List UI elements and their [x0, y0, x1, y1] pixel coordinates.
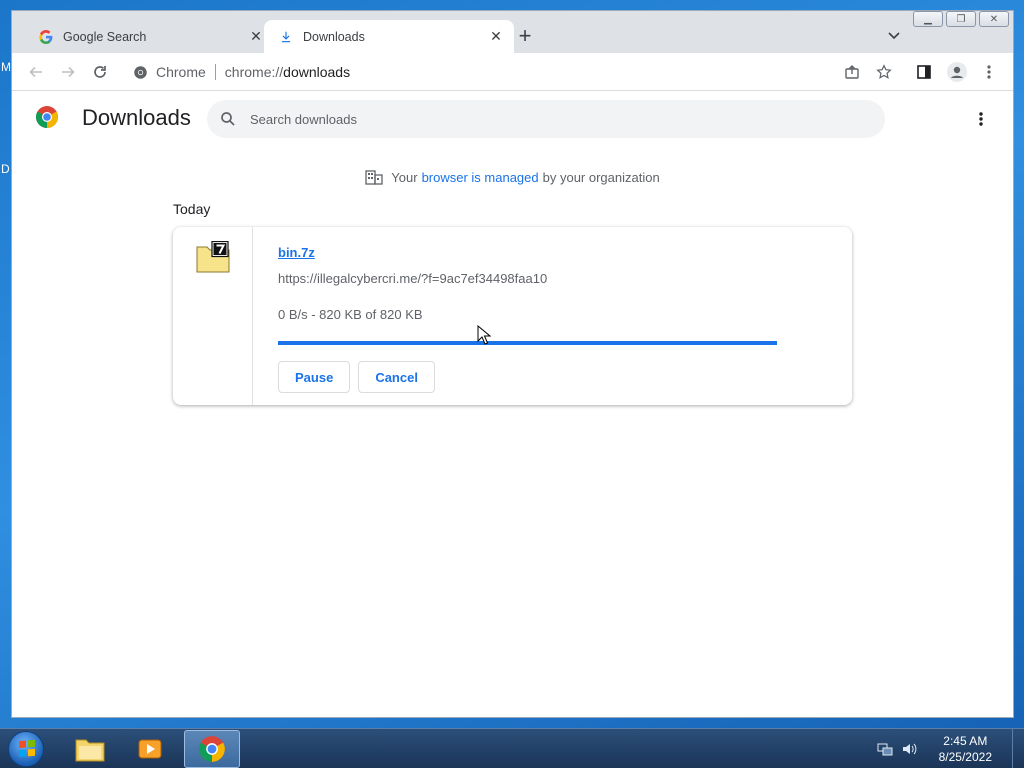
- windows-logo-icon: [19, 739, 35, 758]
- cancel-button[interactable]: Cancel: [358, 361, 435, 393]
- download-icon: [278, 29, 294, 45]
- date-header: Today: [173, 201, 211, 217]
- browser-menu-icon[interactable]: [973, 56, 1005, 88]
- close-window-button[interactable]: ✕: [979, 11, 1009, 27]
- bookmark-star-icon[interactable]: [868, 56, 900, 88]
- forward-icon[interactable]: [52, 56, 84, 88]
- 7z-file-icon: [196, 241, 230, 273]
- tab-google-search[interactable]: Google Search ✕: [24, 20, 274, 53]
- share-icon[interactable]: [836, 56, 868, 88]
- download-item-card: bin.7z https://illegalcybercri.me/?f=9ac…: [173, 227, 852, 405]
- download-progress-bar: [278, 341, 777, 345]
- back-icon[interactable]: [20, 56, 52, 88]
- system-tray: 2:45 AM 8/25/2022: [877, 729, 1024, 768]
- profile-avatar-icon[interactable]: [941, 56, 973, 88]
- media-player-icon: [138, 739, 162, 759]
- managed-suffix: by your organization: [542, 169, 660, 185]
- site-info[interactable]: Chrome: [124, 64, 206, 80]
- window-controls: ▁ ❐ ✕: [913, 11, 1009, 27]
- pause-button[interactable]: Pause: [278, 361, 351, 393]
- mouse-cursor-icon: [477, 325, 491, 345]
- taskbar: 2:45 AM 8/25/2022: [0, 728, 1024, 768]
- page-title: Downloads: [82, 105, 191, 130]
- search-downloads-box[interactable]: [207, 100, 885, 138]
- chrome-taskbar-icon: [199, 736, 225, 762]
- managed-notice: Your browser is managed by your organiza…: [12, 169, 1013, 185]
- download-actions: Pause Cancel: [278, 361, 435, 393]
- show-desktop-button[interactable]: [1012, 729, 1024, 768]
- chrome-icon: [134, 65, 147, 79]
- file-icon-column: [173, 227, 253, 405]
- managed-link[interactable]: browser is managed: [422, 170, 539, 185]
- clock-time: 2:45 AM: [943, 734, 988, 748]
- clock-date: 8/25/2022: [938, 750, 992, 764]
- network-icon[interactable]: [877, 741, 893, 757]
- new-tab-icon[interactable]: +: [514, 23, 536, 48]
- side-panel-icon[interactable]: [908, 56, 940, 88]
- start-button[interactable]: [8, 731, 44, 767]
- file-name-link[interactable]: bin.7z: [278, 245, 315, 260]
- search-icon: [221, 112, 235, 126]
- taskbar-clock[interactable]: 2:45 AM 8/25/2022: [939, 733, 992, 765]
- reload-icon[interactable]: [84, 56, 116, 88]
- more-actions-icon[interactable]: [971, 109, 991, 129]
- taskbar-chrome[interactable]: [184, 730, 240, 768]
- restore-button[interactable]: ❐: [946, 11, 976, 27]
- omnibox-separator: [214, 64, 216, 80]
- page-header: Downloads: [12, 92, 1013, 144]
- google-icon: [38, 29, 54, 45]
- progress-fill: [278, 341, 777, 345]
- close-tab-icon[interactable]: ✕: [488, 28, 504, 45]
- toolbar: Chrome chrome://downloads: [12, 53, 1013, 91]
- browser-window: Google Search ✕ Downloads ✕ + ▁ ❐ ✕ Chro…: [11, 10, 1014, 718]
- file-source-url: https://illegalcybercri.me/?f=9ac7ef3449…: [278, 271, 548, 286]
- tab-search-chevron-icon[interactable]: [886, 27, 902, 43]
- downloads-page: Downloads Your browser is managed by you…: [12, 92, 1013, 717]
- tab-downloads[interactable]: Downloads ✕: [264, 20, 514, 53]
- desktop-icon-label[interactable]: D: [1, 162, 10, 176]
- omnibox[interactable]: Chrome chrome://downloads: [124, 57, 904, 87]
- tab-title: Downloads: [303, 29, 365, 44]
- taskbar-media-player[interactable]: [122, 730, 178, 768]
- url-text[interactable]: chrome://downloads: [225, 64, 350, 80]
- close-tab-icon[interactable]: ✕: [248, 28, 264, 45]
- site-label: Chrome: [156, 64, 206, 80]
- taskbar-explorer[interactable]: [62, 730, 118, 768]
- volume-icon[interactable]: [901, 741, 917, 757]
- building-icon: [365, 170, 383, 185]
- url-path: downloads: [283, 64, 351, 80]
- folder-icon: [75, 739, 105, 762]
- desktop-icon-label[interactable]: M: [1, 60, 11, 74]
- search-input[interactable]: [250, 111, 850, 127]
- chrome-logo-icon: [36, 106, 58, 128]
- managed-prefix: Your: [391, 169, 418, 185]
- tab-title: Google Search: [63, 29, 147, 44]
- tab-strip: Google Search ✕ Downloads ✕ + ▁ ❐ ✕: [12, 11, 1013, 53]
- url-prefix: chrome://: [224, 64, 284, 80]
- download-status: 0 B/s - 820 KB of 820 KB: [278, 307, 423, 322]
- minimize-button[interactable]: ▁: [913, 11, 943, 27]
